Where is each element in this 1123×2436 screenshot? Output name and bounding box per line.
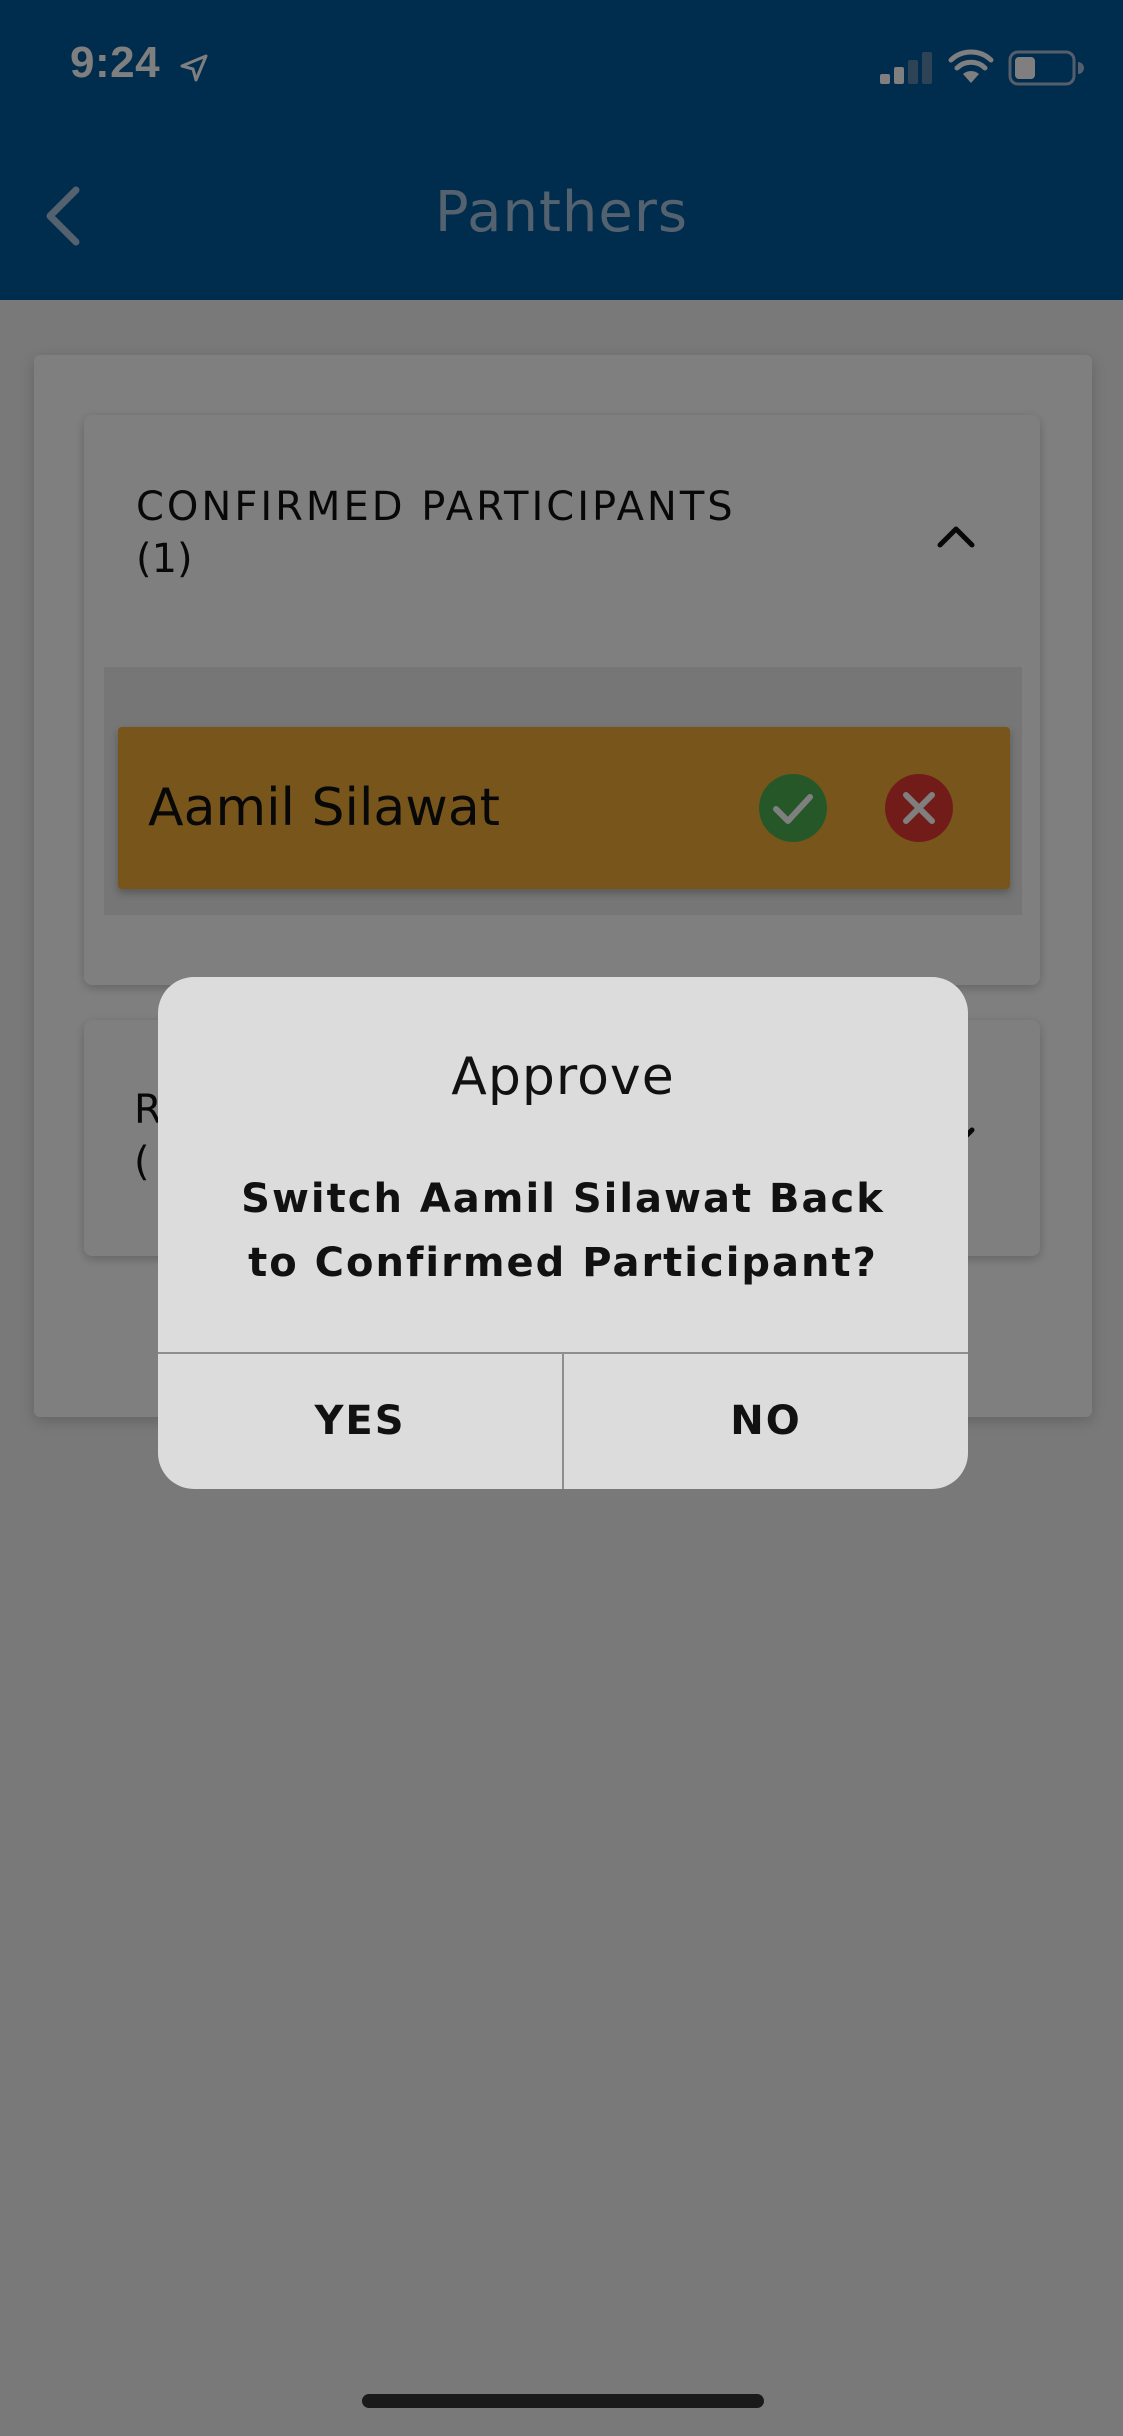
- app-screen: 9:24 Panthers CONFIRMED PARTICIPANTS (1): [0, 0, 1123, 2436]
- yes-button[interactable]: YES: [158, 1354, 562, 1489]
- home-indicator[interactable]: [362, 2394, 764, 2408]
- approve-dialog: Approve Switch Aamil Silawat Back to Con…: [158, 977, 968, 1489]
- dialog-message: Switch Aamil Silawat Back to Confirmed P…: [241, 1176, 885, 1286]
- dialog-title: Approve: [451, 1047, 675, 1107]
- no-button[interactable]: NO: [564, 1354, 968, 1489]
